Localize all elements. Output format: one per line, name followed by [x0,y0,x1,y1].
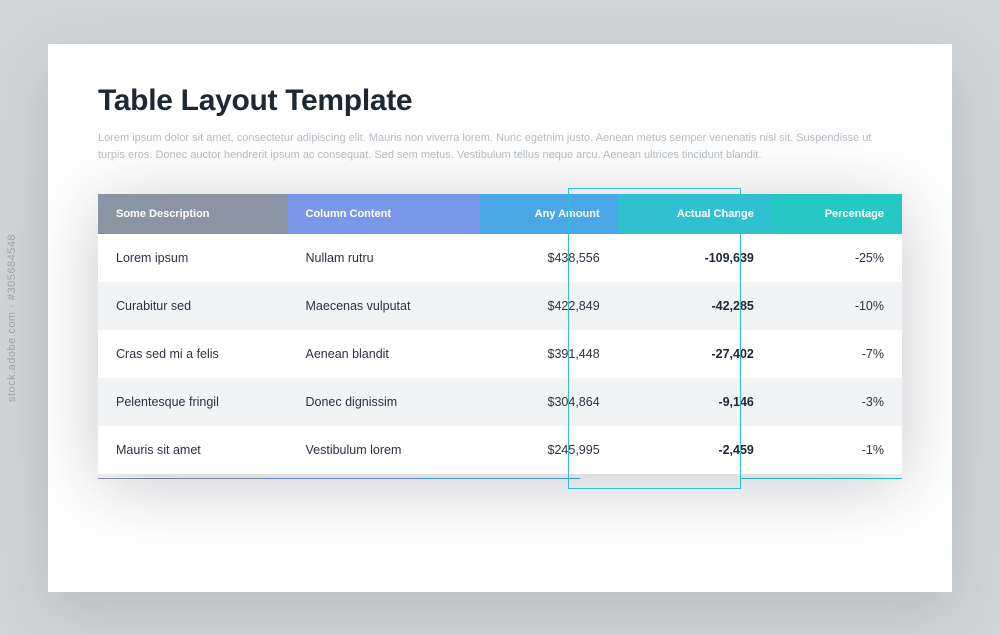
cell-description: Pelentesque fringil [98,378,288,426]
table-header-row: Some Description Column Content Any Amou… [98,194,902,234]
data-table: Some Description Column Content Any Amou… [98,194,902,474]
watermark: stock.adobe.com · #305684548 [6,233,18,401]
cell-content: Nullam rutru [288,234,480,282]
page-subtitle: Lorem ipsum dolor sit amet, consectetur … [98,130,898,164]
cell-amount: $422,849 [480,282,618,330]
underline-amount [420,478,581,480]
cell-change: -27,402 [618,330,772,378]
col-header-percentage: Percentage [772,194,902,234]
cell-percentage: -10% [772,282,902,330]
col-header-amount: Any Amount [480,194,618,234]
underline-change [580,478,741,480]
cell-amount: $391,448 [480,330,618,378]
table-row: Cras sed mi a felis Aenean blandit $391,… [98,330,902,378]
cell-description: Mauris sit amet [98,426,288,474]
cell-description: Lorem ipsum [98,234,288,282]
cell-percentage: -25% [772,234,902,282]
cell-amount: $304,864 [480,378,618,426]
cell-description: Cras sed mi a felis [98,330,288,378]
cell-content: Maecenas vulputat [288,282,480,330]
cell-change: -2,459 [618,426,772,474]
cell-percentage: -3% [772,378,902,426]
cell-amount: $245,995 [480,426,618,474]
underline-content [259,478,420,480]
table-row: Curabitur sed Maecenas vulputat $422,849… [98,282,902,330]
cell-change: -9,146 [618,378,772,426]
underline-description [98,478,259,480]
table-row: Mauris sit amet Vestibulum lorem $245,99… [98,426,902,474]
page-title: Table Layout Template [98,84,902,118]
cell-content: Donec dignissim [288,378,480,426]
page-card: Table Layout Template Lorem ipsum dolor … [48,44,952,592]
cell-content: Aenean blandit [288,330,480,378]
cell-description: Curabitur sed [98,282,288,330]
col-header-change: Actual Change [618,194,772,234]
cell-percentage: -1% [772,426,902,474]
table-row: Pelentesque fringil Donec dignissim $304… [98,378,902,426]
col-header-content: Column Content [288,194,480,234]
column-underlines [98,478,902,480]
table-row: Lorem ipsum Nullam rutru $438,556 -109,6… [98,234,902,282]
cell-change: -109,639 [618,234,772,282]
underline-percentage [741,478,902,480]
cell-percentage: -7% [772,330,902,378]
table-wrapper: Some Description Column Content Any Amou… [98,194,902,480]
cell-change: -42,285 [618,282,772,330]
cell-amount: $438,556 [480,234,618,282]
col-header-description: Some Description [98,194,288,234]
cell-content: Vestibulum lorem [288,426,480,474]
